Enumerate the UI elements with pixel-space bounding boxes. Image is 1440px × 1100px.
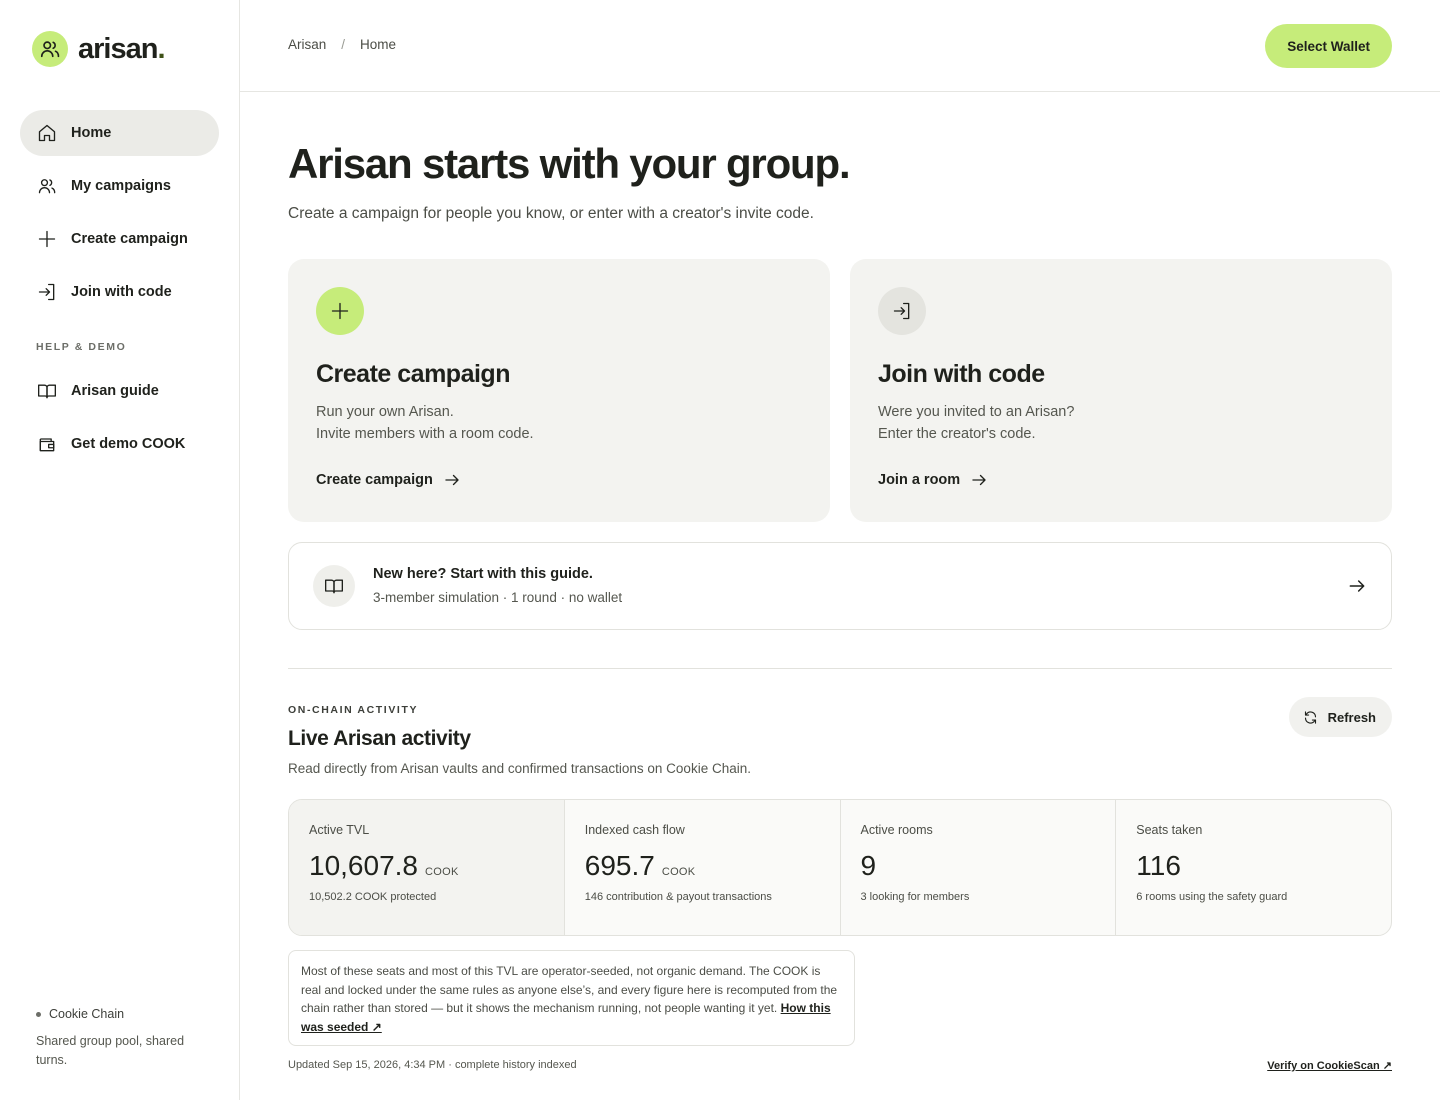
plus-icon bbox=[316, 287, 364, 335]
sidebar-item-label: Join with code bbox=[71, 284, 172, 300]
stat-label: Indexed cash flow bbox=[584, 823, 685, 837]
stat-unit: COOK bbox=[425, 866, 459, 878]
stat-label: Seats taken bbox=[1136, 823, 1203, 837]
section-subtitle: Read directly from Arisan vaults and con… bbox=[288, 761, 751, 776]
create-campaign-card[interactable]: Create campaign Run your own Arisan. Inv… bbox=[288, 259, 830, 522]
select-wallet-button[interactable]: Select Wallet bbox=[1265, 24, 1392, 68]
status-dot-icon bbox=[36, 1011, 41, 1017]
sidebar-nav: Home My campaigns Create campaign Join w… bbox=[20, 110, 219, 474]
stat-label: Active rooms bbox=[860, 823, 933, 837]
stat-unit: COOK bbox=[661, 866, 696, 878]
stat-note: 6 rooms using the safety guard bbox=[1136, 891, 1288, 903]
users-icon bbox=[36, 175, 58, 197]
stats-panel: Active TVL 10,607.8 COOK 10,502.2 COOK pr… bbox=[288, 799, 1392, 936]
card-link-label: Join a room bbox=[878, 472, 961, 488]
sidebar-item-label: Create campaign bbox=[71, 231, 188, 247]
stat-note: 146 contribution & payout transactions bbox=[584, 891, 772, 903]
sidebar-section-label: HELP & DEMO bbox=[36, 341, 127, 353]
stat-label: Active TVL bbox=[309, 823, 370, 837]
logo-text: arisan. bbox=[78, 32, 166, 65]
stat-value: 10,607.8 COOK bbox=[309, 850, 459, 882]
stat-active-tvl: Active TVL 10,607.8 COOK 10,502.2 COOK pr… bbox=[289, 800, 565, 935]
breadcrumb-item[interactable]: Arisan bbox=[288, 37, 326, 52]
arrow-right-icon bbox=[443, 471, 461, 489]
chain-description: Shared group pool, shared turns. bbox=[36, 1034, 185, 1067]
card-description-line: Were you invited to an Arisan? bbox=[878, 404, 1075, 420]
book-icon bbox=[313, 565, 355, 607]
seeding-disclaimer: Most of these seats and most of this TVL… bbox=[288, 950, 855, 1046]
sidebar-item-arisan-guide[interactable]: Arisan guide bbox=[20, 368, 219, 414]
breadcrumb-separator: / bbox=[341, 37, 346, 52]
card-description-line: Invite members with a room code. bbox=[316, 426, 534, 442]
stat-value: 695.7 COOK bbox=[585, 850, 696, 882]
page-subtitle: Create a campaign for people you know, o… bbox=[288, 205, 814, 222]
verify-cookiescan-link[interactable]: Verify on CookieScan ↗ bbox=[1267, 1059, 1392, 1072]
card-title: Create campaign bbox=[316, 360, 510, 388]
wallet-icon bbox=[36, 433, 58, 455]
create-campaign-link[interactable]: Create campaign bbox=[316, 471, 461, 489]
sidebar-item-join-with-code[interactable]: Join with code bbox=[20, 269, 219, 315]
chain-name: Cookie Chain bbox=[49, 1007, 125, 1021]
sidebar-footer: Cookie Chain Shared group pool, shared t… bbox=[36, 1007, 216, 1070]
disclaimer-text: Most of these seats and most of this TVL… bbox=[301, 964, 838, 1016]
stat-indexed-cash-flow: Indexed cash flow 695.7 COOK 146 contribu… bbox=[565, 800, 841, 935]
section-divider bbox=[288, 668, 1392, 669]
card-description-line: Run your own Arisan. bbox=[316, 404, 454, 420]
sidebar-item-label: My campaigns bbox=[71, 178, 171, 194]
guide-banner[interactable]: New here? Start with this guide. 3-membe… bbox=[288, 542, 1392, 630]
updated-timestamp: Updated Sep 15, 2026, 4:34 PM · complete… bbox=[288, 1059, 577, 1071]
stat-value: 116 bbox=[1136, 850, 1181, 882]
stat-note: 10,502.2 COOK protected bbox=[309, 891, 437, 903]
join-with-code-card[interactable]: Join with code Were you invited to an Ar… bbox=[850, 259, 1392, 522]
guide-title: New here? Start with this guide. bbox=[373, 566, 593, 582]
sidebar-item-label: Arisan guide bbox=[71, 383, 159, 399]
sidebar-item-my-campaigns[interactable]: My campaigns bbox=[20, 163, 219, 209]
arrow-right-icon bbox=[1347, 576, 1367, 596]
card-link-label: Create campaign bbox=[316, 472, 433, 488]
stat-value: 9 bbox=[861, 850, 877, 882]
book-icon bbox=[36, 380, 58, 402]
sidebar-item-create-campaign[interactable]: Create campaign bbox=[20, 216, 219, 262]
stat-note: 3 looking for members bbox=[860, 891, 970, 903]
home-icon bbox=[36, 122, 58, 144]
refresh-button[interactable]: Refresh bbox=[1288, 697, 1392, 737]
refresh-icon bbox=[1303, 710, 1318, 725]
page-title: Arisan starts with your group. bbox=[288, 140, 851, 187]
sidebar-item-get-demo-cook[interactable]: Get demo COOK bbox=[20, 421, 219, 467]
sidebar-item-home[interactable]: Home bbox=[20, 110, 219, 156]
stat-seats-taken: Seats taken 116 6 rooms using the safety… bbox=[1116, 800, 1391, 935]
section-title: Live Arisan activity bbox=[288, 727, 471, 750]
breadcrumb-current: Home bbox=[360, 37, 397, 52]
section-eyebrow: ON-CHAIN ACTIVITY bbox=[288, 704, 419, 716]
stat-number: 10,607.8 bbox=[309, 850, 418, 881]
chain-status: Cookie Chain bbox=[36, 1007, 216, 1021]
guide-subtitle: 3-member simulation · 1 round · no walle… bbox=[373, 590, 623, 605]
arrow-right-icon bbox=[970, 471, 988, 489]
login-icon bbox=[878, 287, 926, 335]
stat-active-rooms: Active rooms 9 3 looking for members bbox=[841, 800, 1117, 935]
sidebar: arisan. Home My campaigns Create campaig… bbox=[0, 0, 240, 1100]
refresh-label: Refresh bbox=[1327, 709, 1376, 725]
topbar: Arisan / Home Select Wallet bbox=[240, 0, 1440, 92]
stat-number: 116 bbox=[1136, 850, 1181, 881]
breadcrumb: Arisan / Home bbox=[288, 37, 396, 52]
card-description: Were you invited to an Arisan? Enter the… bbox=[878, 401, 1074, 445]
logo[interactable]: arisan. bbox=[32, 31, 166, 67]
sidebar-item-label: Get demo COOK bbox=[71, 436, 186, 452]
card-description-line: Enter the creator's code. bbox=[878, 426, 1036, 442]
plus-icon bbox=[36, 228, 58, 250]
login-icon bbox=[36, 281, 58, 303]
card-description: Run your own Arisan. Invite members with… bbox=[316, 401, 534, 445]
join-room-link[interactable]: Join a room bbox=[878, 471, 988, 489]
users-icon bbox=[32, 31, 68, 67]
stat-number: 9 bbox=[860, 850, 877, 881]
sidebar-item-label: Home bbox=[71, 125, 112, 141]
card-title: Join with code bbox=[878, 360, 1045, 388]
stat-number: 695.7 bbox=[584, 850, 655, 881]
